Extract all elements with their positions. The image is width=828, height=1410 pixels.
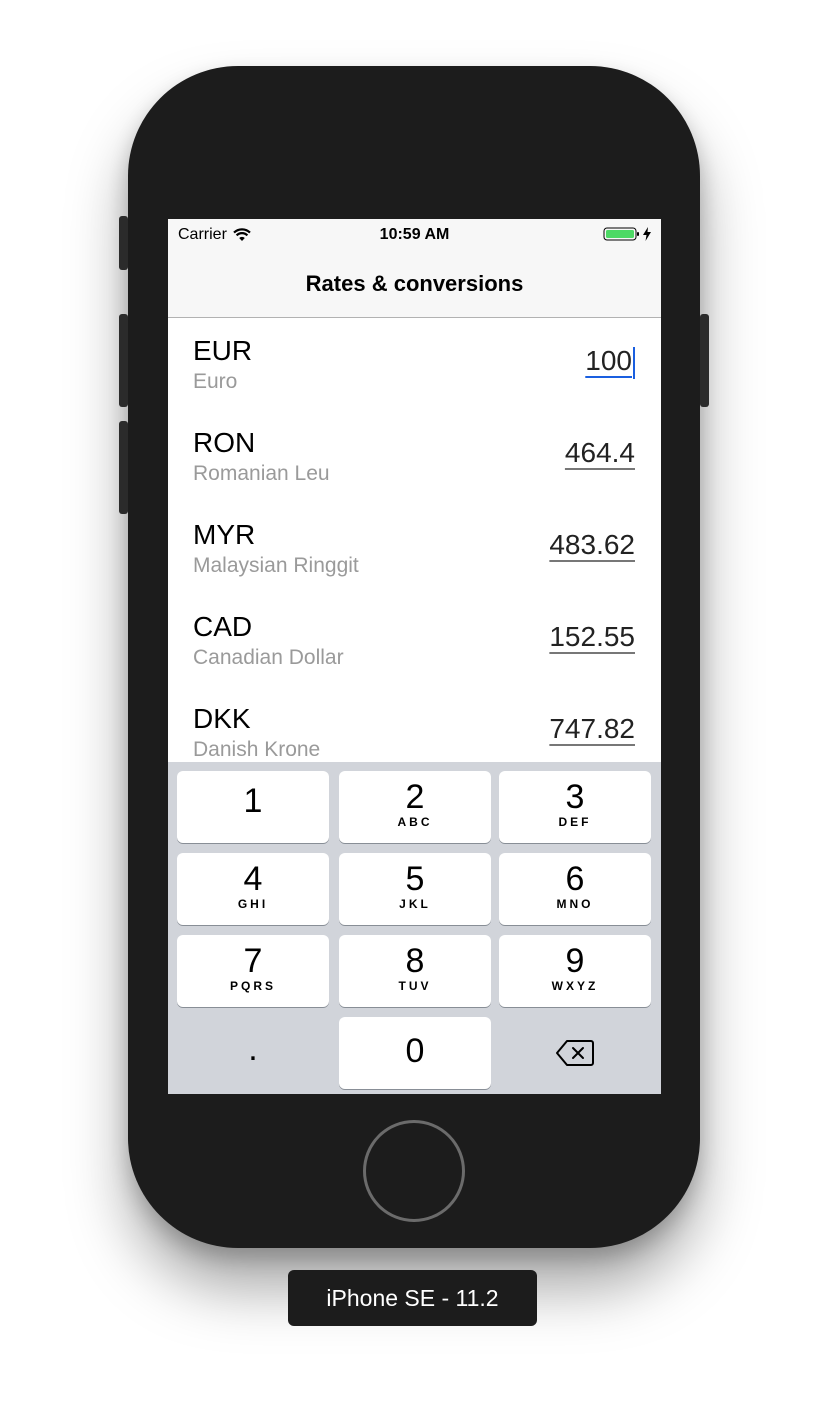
status-time: 10:59 AM: [379, 226, 450, 243]
key-9[interactable]: 9 WXYZ: [499, 935, 651, 1007]
currency-name: Canadian Dollar: [193, 646, 344, 669]
amount-input[interactable]: 100: [585, 345, 635, 379]
amount-field[interactable]: 483.62: [549, 529, 635, 561]
amount-field[interactable]: 464.4: [565, 437, 635, 469]
simulator-device-label: iPhone SE - 11.2: [288, 1270, 537, 1326]
charging-bolt-icon: [643, 227, 651, 241]
key-7[interactable]: 7 PQRS: [177, 935, 329, 1007]
key-letters: PQRS: [229, 979, 276, 993]
key-digit: 1: [243, 782, 263, 820]
status-bar: Carrier 10:59 AM: [168, 219, 661, 251]
key-letters: GHI: [237, 897, 269, 911]
key-digit: 2: [405, 778, 425, 816]
currency-row-myr[interactable]: MYR Malaysian Ringgit 483.62: [168, 502, 661, 594]
key-6[interactable]: 6 MNO: [499, 853, 651, 925]
currency-row-eur[interactable]: EUR Euro 100: [168, 318, 661, 410]
volume-up-button: [119, 314, 128, 407]
currency-name: Danish Krone: [193, 738, 321, 761]
currency-code: EUR: [193, 335, 253, 366]
key-2[interactable]: 2 ABC: [339, 771, 491, 843]
key-4[interactable]: 4 GHI: [177, 853, 329, 925]
backspace-icon: [556, 1040, 594, 1066]
navigation-bar: Rates & conversions: [168, 251, 661, 318]
key-5[interactable]: 5 JKL: [339, 853, 491, 925]
currency-list: EUR Euro 100 RON Romanian Leu 464.4 MYR …: [168, 318, 661, 778]
key-digit: 5: [405, 860, 425, 898]
key-digit: 0: [405, 1032, 425, 1070]
delete-key[interactable]: [499, 1017, 651, 1089]
key-digit: 6: [565, 860, 585, 898]
amount-field[interactable]: 152.55: [549, 621, 635, 653]
currency-row-cad[interactable]: CAD Canadian Dollar 152.55: [168, 594, 661, 686]
key-3[interactable]: 3 DEF: [499, 771, 651, 843]
key-digit: .: [248, 1030, 258, 1068]
home-button[interactable]: [363, 1120, 465, 1222]
key-letters: ABC: [397, 815, 433, 829]
key-letters: WXYZ: [551, 979, 599, 993]
currency-code: DKK: [193, 703, 251, 734]
currency-code: MYR: [193, 519, 256, 550]
amount-field[interactable]: 747.82: [549, 713, 635, 745]
app-screen: Carrier 10:59 AM Rates & conversions EUR: [168, 219, 661, 1094]
key-8[interactable]: 8 TUV: [339, 935, 491, 1007]
key-digit: 4: [243, 860, 263, 898]
volume-down-button: [119, 421, 128, 514]
currency-code: RON: [193, 427, 256, 458]
nav-title: Rates & conversions: [305, 271, 524, 296]
key-1[interactable]: 1: [177, 771, 329, 843]
currency-name: Euro: [193, 370, 238, 393]
key-digit: 8: [405, 942, 425, 980]
battery-indicator: [603, 226, 651, 242]
key-letters: DEF: [558, 815, 592, 829]
key-digit: 7: [243, 942, 263, 980]
text-caret: [633, 346, 635, 379]
key-decimal[interactable]: .: [177, 1017, 329, 1089]
currency-name: Romanian Leu: [193, 462, 330, 485]
key-letters: TUV: [398, 979, 432, 993]
numeric-keypad: 1 2 ABC 3 DEF 4 GHI 5 JKL 6 MNO 7 PQRS 8…: [168, 762, 661, 1094]
mute-switch: [119, 216, 128, 270]
currency-code: CAD: [193, 611, 253, 642]
power-button: [700, 314, 709, 407]
key-digit: 9: [565, 942, 585, 980]
currency-name: Malaysian Ringgit: [193, 554, 359, 577]
currency-row-ron[interactable]: RON Romanian Leu 464.4: [168, 410, 661, 502]
key-letters: MNO: [556, 897, 594, 911]
key-digit: 3: [565, 778, 585, 816]
battery-icon: [603, 227, 639, 241]
amount-value: 100: [585, 345, 632, 376]
key-0[interactable]: 0: [339, 1017, 491, 1089]
key-letters: JKL: [399, 897, 431, 911]
